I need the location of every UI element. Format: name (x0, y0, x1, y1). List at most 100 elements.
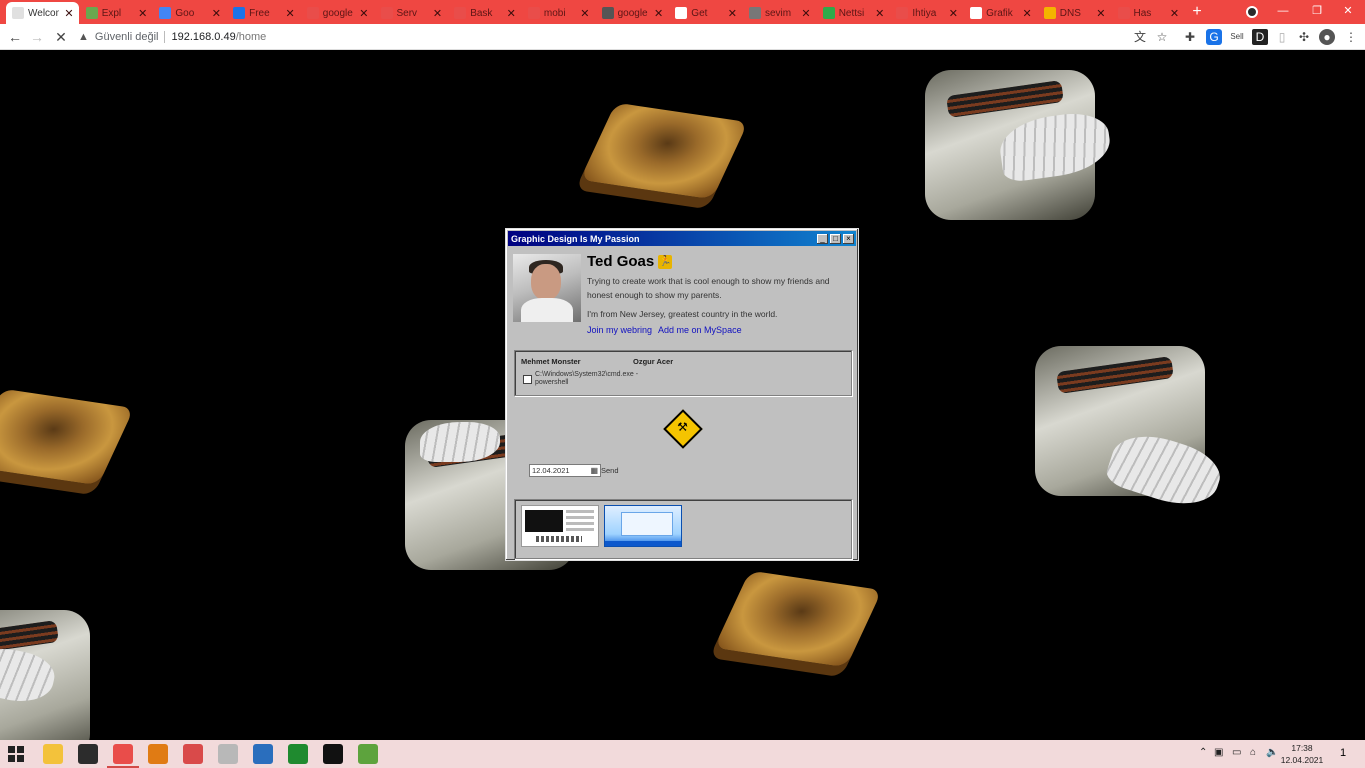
tab-close-icon[interactable]: ✕ (1095, 7, 1107, 20)
window-minimize-button[interactable]: — (1266, 0, 1300, 24)
tab-favicon-icon (601, 7, 614, 19)
tab-close-icon[interactable]: ✕ (505, 7, 517, 20)
tab-close-icon[interactable]: ✕ (137, 7, 149, 20)
extension-plus-icon[interactable]: ✚ (1182, 29, 1198, 45)
profile-name-text: Ted Goas (587, 253, 655, 270)
url-text[interactable]: 192.168.0.49/home (171, 31, 266, 43)
cmd-taskbar-icon[interactable] (323, 744, 343, 764)
profile-photo (513, 254, 581, 322)
tab-close-icon[interactable]: ✕ (800, 7, 812, 20)
notepad-taskbar-icon[interactable] (358, 744, 378, 764)
window-close-button[interactable]: ✕ (1331, 0, 1365, 24)
retro-profile-window: Graphic Design Is My Passion _ □ × Ted G… (505, 228, 859, 561)
tab-favicon-icon (454, 7, 467, 19)
maximize-button[interactable]: □ (830, 233, 841, 244)
profile-sell-label[interactable]: Sell (1228, 29, 1246, 45)
browser-toolbar: ← → ✕ ▲ Güvenli değil 192.168.0.49/home … (0, 24, 1365, 50)
avatar-icon[interactable]: ● (1319, 29, 1335, 45)
browser-tab[interactable]: Serv ✕ (375, 2, 448, 24)
tab-close-icon[interactable]: ✕ (947, 7, 959, 20)
volume-icon[interactable]: 🔈 (1266, 747, 1278, 758)
tab-close-icon[interactable]: ✕ (210, 7, 222, 20)
screenshots-panel (514, 499, 852, 559)
browser-tab[interactable]: Has ✕ (1112, 2, 1185, 24)
window-titlebar[interactable]: Graphic Design Is My Passion _ □ × (508, 231, 856, 246)
tab-close-icon[interactable]: ✕ (874, 7, 886, 20)
extension-disabled-icon[interactable]: ▯ (1274, 29, 1290, 45)
tab-close-icon[interactable]: ✕ (579, 7, 591, 20)
screenshot-thumbnail-1[interactable] (521, 505, 599, 547)
windows-taskbar: ⌃ ▣ ▭ ⌂ 🔈 17:38 12.04.2021 1 (0, 740, 1365, 768)
sublime-text-taskbar-icon[interactable] (148, 744, 168, 764)
tray-chevron-icon[interactable]: ⌃ (1199, 747, 1207, 758)
browser-tab[interactable]: Welcom ✕ (6, 2, 79, 24)
new-tab-button[interactable]: + (1188, 3, 1206, 21)
menu-kebab-icon[interactable]: ⋮ (1343, 29, 1359, 45)
browser-tab[interactable]: mobi ✕ (522, 2, 595, 24)
address-divider (164, 31, 166, 43)
file-checkbox[interactable] (523, 375, 532, 384)
screenshot-thumbnail-2[interactable] (604, 505, 682, 547)
outlook-taskbar-icon[interactable] (183, 744, 203, 764)
google-translate-extension-icon[interactable]: G (1206, 29, 1222, 45)
security-label: Güvenli değil (94, 31, 159, 43)
tab-close-icon[interactable]: ✕ (1021, 7, 1033, 20)
webring-link[interactable]: Join my webring (587, 325, 652, 335)
friend-name-2[interactable]: Ozgur Acer (633, 357, 673, 366)
close-button[interactable]: × (843, 233, 854, 244)
forward-icon[interactable]: → (28, 28, 46, 46)
notification-center-icon[interactable]: 1 (1336, 746, 1350, 760)
terminal-taskbar-icon[interactable] (78, 744, 98, 764)
windows-start-icon[interactable] (8, 746, 24, 762)
browser-tab[interactable]: Grafik ✕ (964, 2, 1037, 24)
browser-tab[interactable]: Get ✕ (669, 2, 742, 24)
battery-icon[interactable]: ▭ (1232, 747, 1241, 758)
tab-favicon-icon (12, 7, 24, 19)
tab-close-icon[interactable]: ✕ (653, 7, 665, 20)
drive-taskbar-icon[interactable] (218, 744, 238, 764)
send-button[interactable]: Send (601, 464, 619, 477)
tab-close-icon[interactable]: ✕ (726, 7, 738, 20)
system-clock[interactable]: 17:38 12.04.2021 (1280, 742, 1324, 766)
tab-close-icon[interactable]: ✕ (1169, 7, 1181, 20)
window-maximize-button[interactable]: ❐ (1300, 0, 1334, 24)
minimize-button[interactable]: _ (817, 233, 828, 244)
tab-close-icon[interactable]: ✕ (358, 7, 370, 20)
browser-tab[interactable]: Goo ✕ (153, 2, 226, 24)
stop-loading-icon[interactable]: ✕ (52, 28, 70, 46)
date-input[interactable]: 12.04.2021 ▦ (529, 464, 601, 477)
tab-close-icon[interactable]: ✕ (63, 7, 75, 20)
browser-tab[interactable]: Expl ✕ (80, 2, 153, 24)
address-bar[interactable]: ▲ Güvenli değil 192.168.0.49/home (78, 27, 1122, 47)
myspace-link[interactable]: Add me on MySpace (658, 325, 742, 335)
browser-tab[interactable]: DNS ✕ (1038, 2, 1111, 24)
browser-tab[interactable]: google ✕ (301, 2, 374, 24)
calendar-icon[interactable]: ▦ (590, 465, 598, 476)
bookmark-star-icon[interactable]: ☆ (1154, 29, 1170, 45)
network-icon[interactable]: ⌂ (1250, 747, 1256, 758)
file-explorer-taskbar-icon[interactable] (43, 744, 63, 764)
tray-app-icon[interactable]: ▣ (1214, 747, 1223, 758)
powershell-taskbar-icon[interactable] (253, 744, 273, 764)
tab-title: sevim (765, 7, 792, 19)
friend-name-1[interactable]: Mehmet Monster (521, 357, 581, 366)
tab-close-icon[interactable]: ✕ (284, 7, 296, 20)
chrome-taskbar-icon[interactable] (107, 744, 139, 768)
browser-tab[interactable]: Bask ✕ (448, 2, 521, 24)
xbox-taskbar-icon[interactable] (288, 744, 308, 764)
tab-title: Goo (175, 7, 195, 19)
browser-tab[interactable]: sevim ✕ (743, 2, 816, 24)
browser-tab[interactable]: Free ✕ (227, 2, 300, 24)
dark-reader-icon[interactable]: D (1252, 29, 1268, 45)
back-icon[interactable]: ← (6, 28, 24, 46)
browser-tab[interactable]: Nettsi ✕ (817, 2, 890, 24)
notification-count: 1 (1339, 747, 1347, 759)
tab-title: google (322, 7, 353, 19)
browser-tab[interactable]: google ✕ (596, 2, 669, 24)
tab-close-icon[interactable]: ✕ (432, 7, 444, 20)
translate-icon[interactable]: 文 (1132, 29, 1148, 45)
browser-tab[interactable]: Ihtiya ✕ (890, 2, 963, 24)
profile-location: I'm from New Jersey, greatest country in… (587, 309, 778, 319)
chrome-extension-icon[interactable] (1246, 6, 1258, 18)
puzzle-icon[interactable]: ✣ (1296, 29, 1312, 45)
